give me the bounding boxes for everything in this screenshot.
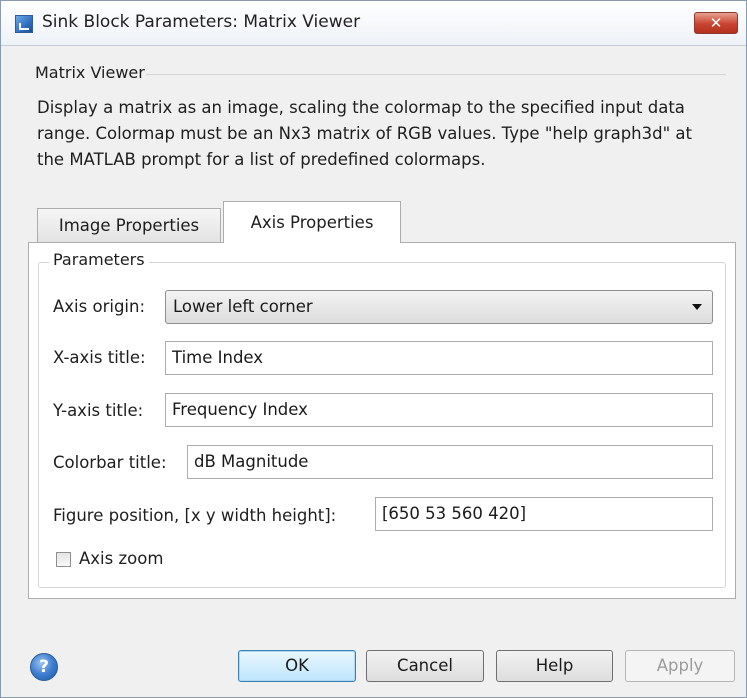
figure-position-label: Figure position, [x y width height]: [53,506,337,525]
tab-image-properties[interactable]: Image Properties [37,208,221,242]
window-title: Sink Block Parameters: Matrix Viewer [42,12,361,32]
tab-axis-properties[interactable]: Axis Properties [223,201,401,243]
title-bar[interactable]: Sink Block Parameters: Matrix Viewer ✕ [1,1,746,46]
x-axis-title-input[interactable]: Time Index [165,341,713,375]
axis-zoom-label: Axis zoom [79,549,164,568]
axis-origin-label: Axis origin: [53,297,146,316]
axis-origin-value: Lower left corner [173,297,313,316]
apply-button: Apply [625,650,735,682]
colorbar-title-input[interactable]: dB Magnitude [187,445,713,479]
parameters-label: Parameters [49,250,149,269]
axis-origin-select[interactable]: Lower left corner [165,290,713,324]
help-button[interactable]: Help [496,650,613,682]
cancel-button[interactable]: Cancel [366,650,484,682]
y-axis-title-input[interactable]: Frequency Index [165,393,713,427]
help-icon[interactable]: ? [30,653,58,681]
axis-zoom-checkbox[interactable] [56,552,71,567]
ok-button[interactable]: OK [238,650,356,682]
group-title: Matrix Viewer [31,63,149,82]
y-axis-title-label: Y-axis title: [53,401,144,420]
close-button[interactable]: ✕ [694,12,738,34]
chevron-down-icon [692,304,702,310]
colorbar-title-label: Colorbar title: [53,453,167,472]
x-axis-title-label: X-axis title: [53,348,146,367]
group-divider [146,74,726,75]
block-description: Display a matrix as an image, scaling th… [37,98,693,169]
simulink-app-icon [15,15,33,33]
dialog-window: Sink Block Parameters: Matrix Viewer ✕ M… [0,0,747,698]
figure-position-input[interactable]: [650 53 560 420] [375,497,713,531]
